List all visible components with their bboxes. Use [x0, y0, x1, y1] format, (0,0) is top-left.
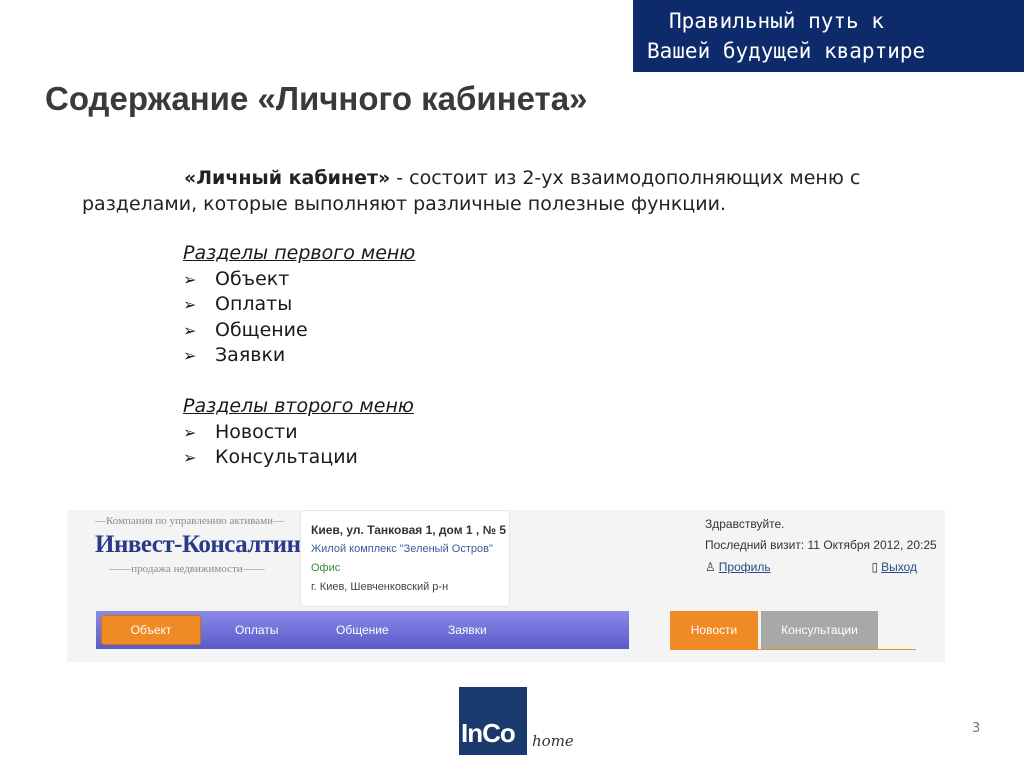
list-item: ➢ Объект	[183, 267, 415, 293]
arrow-bullet-icon: ➢	[183, 320, 197, 340]
nav-consultations-tab[interactable]: Консультации	[761, 611, 878, 649]
exit-door-icon: ▯	[871, 560, 879, 574]
second-menu-list: Разделы второго меню ➢ Новости ➢ Консульта…	[183, 394, 414, 471]
first-menu-bar: Объект Оплаты Общение Заявки	[96, 611, 629, 649]
nav-payments-tab[interactable]: Оплаты	[235, 623, 278, 637]
slogan-banner: Правильный путь к Вашей будущей квартире	[633, 0, 1024, 72]
inco-home-logo: InCo home	[459, 687, 574, 755]
page-number: 3	[972, 721, 981, 736]
person-icon: ♙	[705, 560, 716, 574]
list-item: ➢ Общение	[183, 318, 415, 344]
intro-paragraph: «Личный кабинет» - состоит из 2-ух взаим…	[82, 165, 962, 217]
site-header-screenshot: —Компания по управлению активами— Инвест…	[67, 510, 945, 662]
arrow-bullet-icon: ➢	[183, 269, 197, 289]
nav-communication-tab[interactable]: Общение	[336, 623, 389, 637]
arrow-bullet-icon: ➢	[183, 448, 197, 467]
arrow-bullet-icon: ➢	[183, 295, 197, 314]
list-item: ➢ Консультации	[183, 445, 414, 471]
intro-bold: «Личный кабинет»	[184, 167, 391, 189]
object-address-card: Киев, ул. Танковая 1, дом 1 , № 5 Жилой …	[300, 510, 510, 607]
nav-news-tab[interactable]: Новости	[670, 611, 758, 649]
first-menu-heading: Разделы первого меню	[183, 242, 416, 264]
user-greeting: Здравствуйте. Последний визит: 11 Октябр…	[705, 514, 937, 556]
arrow-bullet-icon: ➢	[183, 346, 197, 365]
nav-requests-tab[interactable]: Заявки	[448, 623, 487, 637]
first-menu-list: Разделы первого меню ➢ Объект ➢ Оплаты ➢ Об…	[183, 241, 415, 369]
list-item: ➢ Новости	[183, 420, 414, 446]
nav-object-tab[interactable]: Объект	[101, 615, 201, 645]
page-title: Содержание «Личного кабинета»	[45, 80, 588, 117]
slogan-line-2: Вашей будущей квартире	[647, 39, 926, 63]
logout-link[interactable]: ▯ Выход	[871, 560, 917, 574]
last-visit: Последний визит: 11 Октября 2012, 20:25	[705, 538, 937, 552]
slogan-line-1: Правильный путь к	[669, 9, 884, 33]
list-item: ➢ Заявки	[183, 343, 415, 369]
second-menu-heading: Разделы второго меню	[183, 395, 414, 417]
user-links: ♙ Профиль ▯ Выход	[705, 560, 917, 574]
company-logo: —Компания по управлению активами— Инвест…	[95, 515, 312, 575]
second-menu-bar: Новости Консультации	[670, 611, 916, 650]
profile-link[interactable]: ♙ Профиль	[705, 560, 771, 574]
list-item: ➢ Оплаты	[183, 292, 415, 318]
arrow-bullet-icon: ➢	[183, 422, 197, 442]
